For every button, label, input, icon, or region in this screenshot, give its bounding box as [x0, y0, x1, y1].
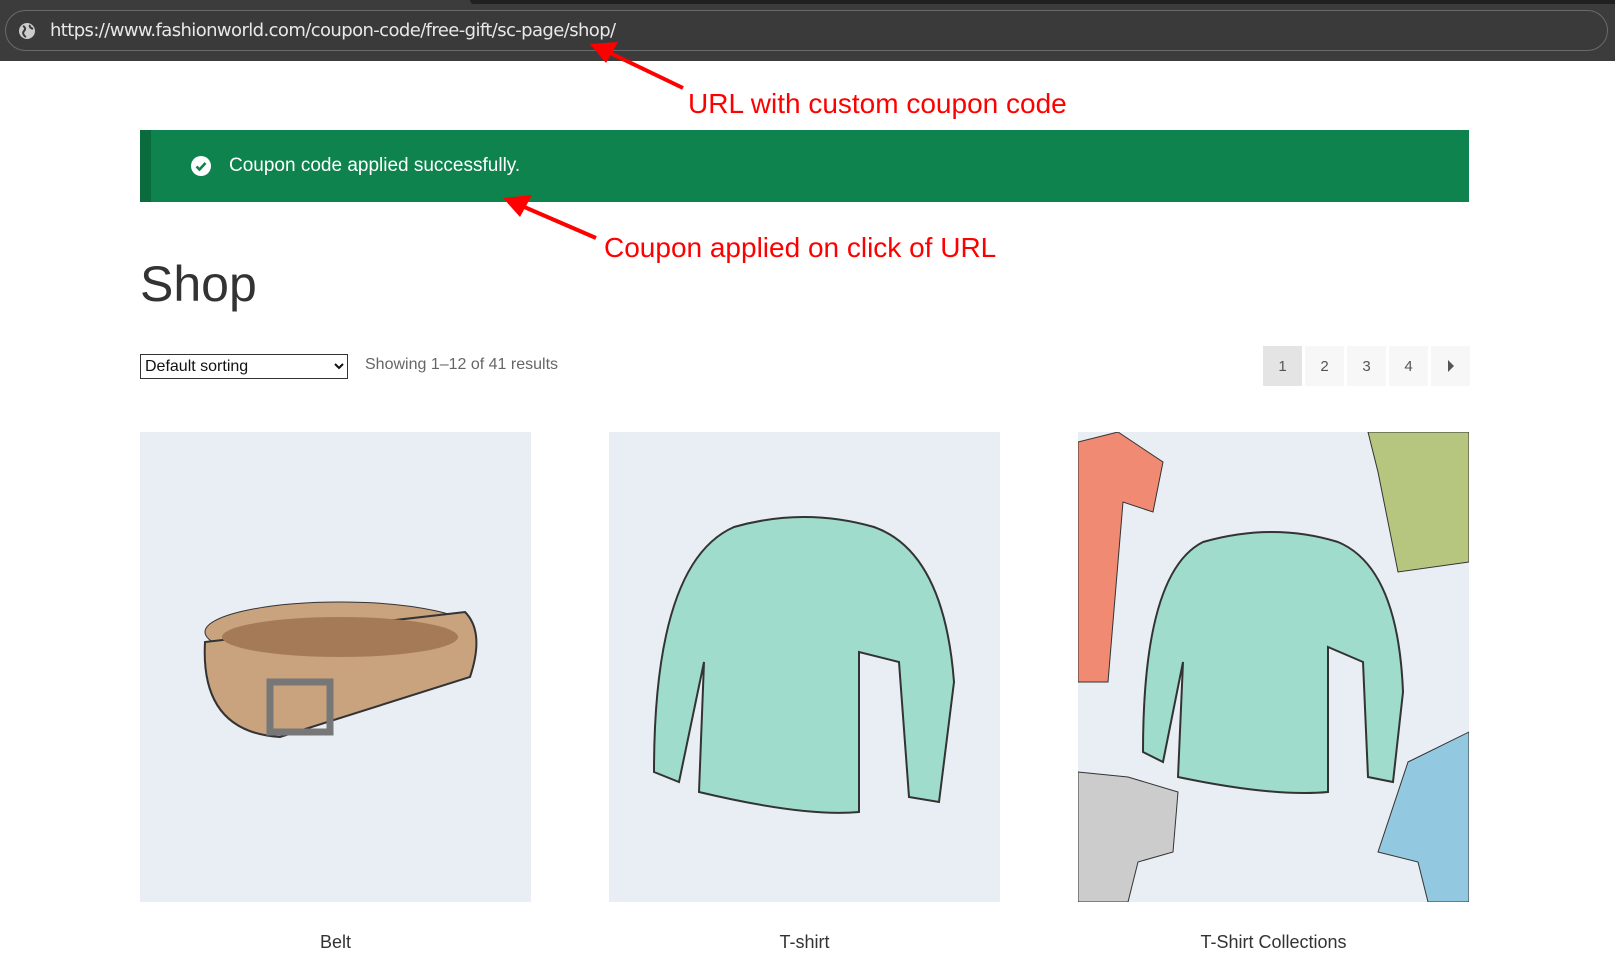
product-card[interactable]: T-shirt	[609, 432, 1000, 953]
page-2[interactable]: 2	[1305, 346, 1344, 386]
page-1[interactable]: 1	[1263, 346, 1302, 386]
success-notice: Coupon code applied successfully.	[140, 130, 1469, 202]
product-name[interactable]: T-Shirt Collections	[1078, 932, 1469, 953]
check-circle-icon	[191, 156, 211, 176]
product-name[interactable]: T-shirt	[609, 932, 1000, 953]
product-image-tshirt[interactable]	[609, 432, 1000, 902]
result-count: Showing 1–12 of 41 results	[365, 356, 559, 373]
page-3[interactable]: 3	[1347, 346, 1386, 386]
page-4[interactable]: 4	[1389, 346, 1428, 386]
url-text[interactable]: https://www.fashionworld.com/coupon-code…	[50, 20, 616, 41]
product-card[interactable]: T-Shirt Collections	[1078, 432, 1469, 953]
annotation-url: URL with custom coupon code	[688, 88, 1067, 119]
product-image-tshirt-collections[interactable]	[1078, 432, 1469, 902]
pagination: 1 2 3 4	[1263, 346, 1470, 386]
notice-message: Coupon code applied successfully.	[229, 155, 521, 176]
tab-strip-edge	[470, 0, 1615, 4]
globe-icon	[19, 22, 35, 39]
page-title: Shop	[140, 256, 257, 312]
product-card[interactable]: Belt	[140, 432, 531, 953]
address-bar[interactable]: https://www.fashionworld.com/coupon-code…	[5, 10, 1608, 51]
product-image-belt[interactable]	[140, 432, 531, 902]
annotation-applied: Coupon applied on click of URL	[604, 232, 997, 263]
product-name[interactable]: Belt	[140, 932, 531, 953]
browser-toolbar: https://www.fashionworld.com/coupon-code…	[0, 0, 1615, 61]
sorting-select[interactable]: Default sorting	[140, 354, 348, 379]
caret-right-icon	[1447, 360, 1454, 372]
next-page-button[interactable]	[1431, 346, 1470, 386]
